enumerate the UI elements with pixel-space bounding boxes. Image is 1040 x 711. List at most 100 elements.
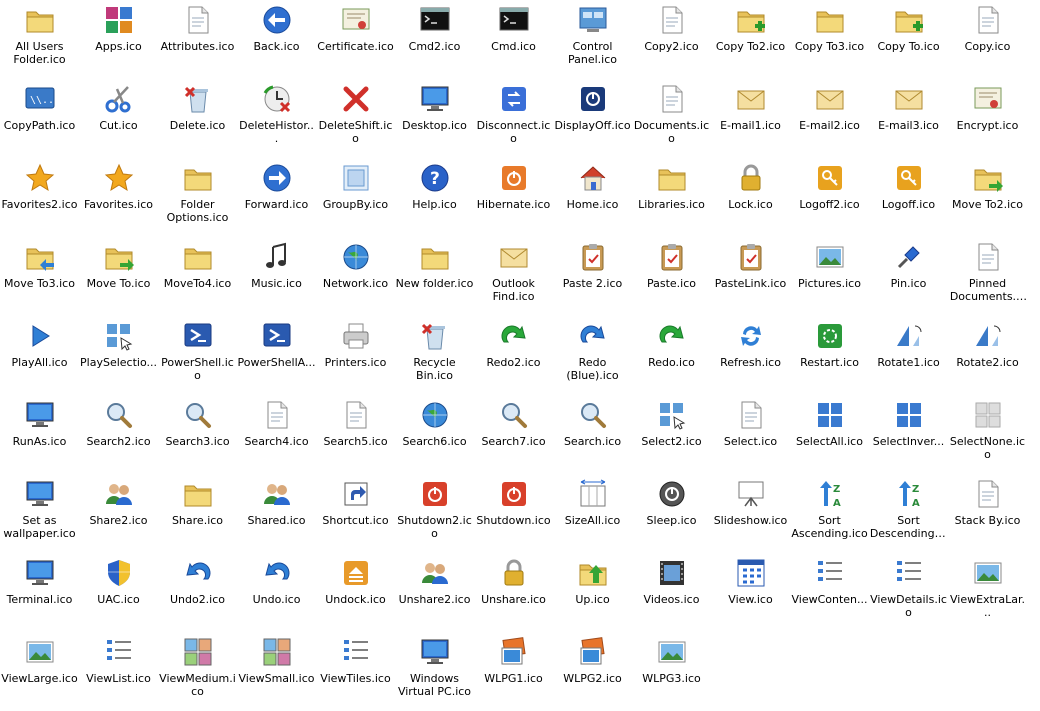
icon-file-item[interactable]: Documents.ico	[632, 79, 711, 158]
icon-file-item[interactable]: ViewLarge.ico	[0, 632, 79, 711]
icon-file-item[interactable]: PowerShell.ico	[158, 316, 237, 395]
icon-file-item[interactable]: Share.ico	[158, 474, 237, 553]
icon-file-item[interactable]: PowerShellA...	[237, 316, 316, 395]
icon-file-item[interactable]: Copy2.ico	[632, 0, 711, 79]
icon-file-item[interactable]: \\... CopyPath.ico	[0, 79, 79, 158]
icon-file-item[interactable]: ViewExtraLar...	[948, 553, 1027, 632]
icon-file-item[interactable]: Libraries.ico	[632, 158, 711, 237]
icon-file-item[interactable]: UAC.ico	[79, 553, 158, 632]
icon-file-item[interactable]: Copy To2.ico	[711, 0, 790, 79]
icon-file-item[interactable]: ViewConten...	[790, 553, 869, 632]
icon-file-item[interactable]: E-mail3.ico	[869, 79, 948, 158]
icon-file-item[interactable]: Folder Options.ico	[158, 158, 237, 237]
icon-file-item[interactable]: Lock.ico	[711, 158, 790, 237]
icon-file-item[interactable]: Shortcut.ico	[316, 474, 395, 553]
icon-file-item[interactable]: Sleep.ico	[632, 474, 711, 553]
icon-file-item[interactable]: Move To2.ico	[948, 158, 1027, 237]
icon-file-item[interactable]: Cmd.ico	[474, 0, 553, 79]
icon-file-item[interactable]: Redo (Blue).ico	[553, 316, 632, 395]
icon-file-item[interactable]: Select.ico	[711, 395, 790, 474]
icon-file-item[interactable]: Search4.ico	[237, 395, 316, 474]
icon-file-item[interactable]: DeleteShift.ico	[316, 79, 395, 158]
icon-file-item[interactable]: View.ico	[711, 553, 790, 632]
icon-file-item[interactable]: ? Help.ico	[395, 158, 474, 237]
icon-file-item[interactable]: ViewList.ico	[79, 632, 158, 711]
icon-file-item[interactable]: Undo2.ico	[158, 553, 237, 632]
icon-file-item[interactable]: Outlook Find.ico	[474, 237, 553, 316]
icon-file-item[interactable]: Restart.ico	[790, 316, 869, 395]
icon-file-item[interactable]: Logoff.ico	[869, 158, 948, 237]
icon-file-item[interactable]: Search5.ico	[316, 395, 395, 474]
icon-file-item[interactable]: Shared.ico	[237, 474, 316, 553]
icon-file-item[interactable]: ViewMedium.ico	[158, 632, 237, 711]
icon-file-item[interactable]: Undo.ico	[237, 553, 316, 632]
icon-file-item[interactable]: Pinned Documents.ico	[948, 237, 1027, 316]
icon-file-item[interactable]: Z A Sort Ascending.ico	[790, 474, 869, 553]
icon-file-item[interactable]: Certificate.ico	[316, 0, 395, 79]
icon-file-item[interactable]: Pictures.ico	[790, 237, 869, 316]
icon-file-item[interactable]: New folder.ico	[395, 237, 474, 316]
icon-file-item[interactable]: ViewTiles.ico	[316, 632, 395, 711]
icon-file-item[interactable]: WLPG2.ico	[553, 632, 632, 711]
icon-file-item[interactable]: GroupBy.ico	[316, 158, 395, 237]
icon-file-item[interactable]: Favorites.ico	[79, 158, 158, 237]
icon-file-item[interactable]: Hibernate.ico	[474, 158, 553, 237]
icon-file-item[interactable]: Undock.ico	[316, 553, 395, 632]
icon-file-item[interactable]: Unshare.ico	[474, 553, 553, 632]
icon-file-item[interactable]: Control Panel.ico	[553, 0, 632, 79]
icon-file-item[interactable]: Redo2.ico	[474, 316, 553, 395]
icon-file-item[interactable]: Rotate1.ico	[869, 316, 948, 395]
icon-file-item[interactable]: Printers.ico	[316, 316, 395, 395]
icon-file-item[interactable]: Windows Virtual PC.ico	[395, 632, 474, 711]
icon-file-item[interactable]: PasteLink.ico	[711, 237, 790, 316]
icon-file-item[interactable]: Disconnect.ico	[474, 79, 553, 158]
icon-file-item[interactable]: Logoff2.ico	[790, 158, 869, 237]
icon-file-item[interactable]: E-mail1.ico	[711, 79, 790, 158]
icon-file-item[interactable]: Up.ico	[553, 553, 632, 632]
icon-file-item[interactable]: DeleteHistor...	[237, 79, 316, 158]
icon-file-item[interactable]: Copy To3.ico	[790, 0, 869, 79]
icon-file-item[interactable]: Refresh.ico	[711, 316, 790, 395]
icon-file-item[interactable]: Stack By.ico	[948, 474, 1027, 553]
icon-file-item[interactable]: Slideshow.ico	[711, 474, 790, 553]
icon-file-item[interactable]: WLPG3.ico	[632, 632, 711, 711]
icon-file-item[interactable]: Favorites2.ico	[0, 158, 79, 237]
icon-file-item[interactable]: SelectNone.ico	[948, 395, 1027, 474]
icon-file-item[interactable]: All Users Folder.ico	[0, 0, 79, 79]
icon-file-item[interactable]: Recycle Bin.ico	[395, 316, 474, 395]
icon-file-item[interactable]: Rotate2.ico	[948, 316, 1027, 395]
icon-file-item[interactable]: Terminal.ico	[0, 553, 79, 632]
icon-file-item[interactable]: Search6.ico	[395, 395, 474, 474]
icon-file-item[interactable]: Pin.ico	[869, 237, 948, 316]
icon-file-item[interactable]: Encrypt.ico	[948, 79, 1027, 158]
icon-file-item[interactable]: Search.ico	[553, 395, 632, 474]
icon-file-item[interactable]: Move To.ico	[79, 237, 158, 316]
icon-file-item[interactable]: Search3.ico	[158, 395, 237, 474]
icon-file-item[interactable]: Forward.ico	[237, 158, 316, 237]
icon-file-item[interactable]: Home.ico	[553, 158, 632, 237]
icon-file-item[interactable]: Paste 2.ico	[553, 237, 632, 316]
icon-file-item[interactable]: Shutdown.ico	[474, 474, 553, 553]
icon-file-item[interactable]: Videos.ico	[632, 553, 711, 632]
icon-file-item[interactable]: Desktop.ico	[395, 79, 474, 158]
icon-file-item[interactable]: Attributes.ico	[158, 0, 237, 79]
icon-file-item[interactable]: Search7.ico	[474, 395, 553, 474]
icon-file-item[interactable]: Share2.ico	[79, 474, 158, 553]
icon-file-item[interactable]: Cut.ico	[79, 79, 158, 158]
icon-file-item[interactable]: PlayAll.ico	[0, 316, 79, 395]
icon-file-item[interactable]: Move To3.ico	[0, 237, 79, 316]
icon-file-item[interactable]: Cmd2.ico	[395, 0, 474, 79]
icon-file-item[interactable]: Copy To.ico	[869, 0, 948, 79]
icon-file-item[interactable]: ViewSmall.ico	[237, 632, 316, 711]
icon-file-item[interactable]: Back.ico	[237, 0, 316, 79]
icon-file-item[interactable]: Network.ico	[316, 237, 395, 316]
icon-file-item[interactable]: SizeAll.ico	[553, 474, 632, 553]
icon-file-item[interactable]: ZA Sort Descending.ico	[869, 474, 948, 553]
icon-file-item[interactable]: MoveTo4.ico	[158, 237, 237, 316]
icon-file-item[interactable]: ViewDetails.ico	[869, 553, 948, 632]
icon-file-item[interactable]: Select2.ico	[632, 395, 711, 474]
icon-file-item[interactable]: Unshare2.ico	[395, 553, 474, 632]
icon-file-item[interactable]: Apps.ico	[79, 0, 158, 79]
icon-file-item[interactable]: DisplayOff.ico	[553, 79, 632, 158]
icon-file-item[interactable]: Delete.ico	[158, 79, 237, 158]
